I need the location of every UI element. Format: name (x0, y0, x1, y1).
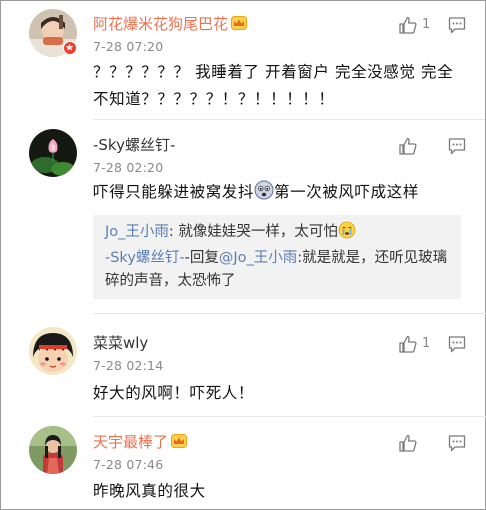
comment-bubble-icon[interactable] (447, 15, 467, 35)
comment-text: 好大的风啊！吓死人！ (93, 384, 255, 402)
comment-text-part: 第一次被风吓成这样 (274, 183, 419, 201)
comment-bubble-icon[interactable] (447, 136, 467, 156)
reply-text: 就像娃娃哭一样，太可怕 (178, 224, 338, 240)
comment-bubble-icon[interactable] (447, 433, 467, 453)
reply-thread: Jo_王小雨: 就像娃娃哭一样，太可怕 -Sky螺丝钉--回复@Jo_王小雨:就… (93, 215, 461, 299)
crown-icon (171, 434, 188, 448)
like-count: 1 (422, 17, 431, 32)
comment-username[interactable]: 阿花爆米花狗尾巴花 (93, 15, 248, 33)
comment-text: 吓得只能躲进被窝发抖 第一次被风吓成这样 (93, 179, 465, 209)
reply-username[interactable]: -Sky螺丝钉- (105, 250, 185, 266)
like-count: 1 (422, 336, 431, 351)
crying-face-emoji-icon (338, 221, 356, 247)
reply-label: -回复 (184, 250, 219, 266)
divider (93, 416, 486, 417)
thumbs-up-icon[interactable] (398, 433, 418, 453)
avatar[interactable] (29, 129, 77, 177)
comment-username[interactable]: -Sky螺丝钉- (93, 136, 175, 154)
comment-text: 昨晚风真的很大 (93, 482, 206, 500)
reply-item: Jo_王小雨: 就像娃娃哭一样，太可怕 (105, 221, 451, 247)
crown-icon (231, 16, 248, 30)
thumbs-up-icon[interactable] (398, 136, 418, 156)
comment-list: 阿花爆米花狗尾巴花 7-28 07:20 1 ？？？？？？ 我睡着了 开着窗户 … (0, 0, 486, 510)
comment-timestamp: 7-28 02:14 (93, 358, 164, 373)
divider (93, 119, 485, 120)
mention-link[interactable]: @Jo_王小雨 (219, 250, 297, 266)
comment-text: ？？？？？？ 我睡着了 开着窗户 完全没感觉 完全不知道？？？？？！？！！！！！ (93, 63, 454, 108)
comment-timestamp: 7-28 07:46 (93, 457, 164, 472)
avatar[interactable] (29, 327, 77, 375)
comment-text-part: 吓得只能躲进被窝发抖 (93, 183, 255, 201)
comment-username[interactable]: 天宇最棒了 (93, 433, 188, 451)
verified-badge-icon (63, 41, 77, 55)
thumbs-up-icon[interactable] (398, 15, 418, 35)
comment-username[interactable]: 菜菜wly (93, 334, 148, 352)
comment-timestamp: 7-28 02:20 (93, 160, 164, 175)
thumbs-up-icon[interactable] (398, 334, 418, 354)
reply-separator: : (168, 224, 179, 240)
reply-username[interactable]: Jo_王小雨 (105, 224, 169, 240)
comment-timestamp: 7-28 07:20 (93, 39, 164, 54)
scared-face-emoji-icon (254, 180, 274, 209)
avatar[interactable] (29, 426, 77, 474)
reply-item: -Sky螺丝钉--回复@Jo_王小雨:就是就是，还听见玻璃碎的声音，太恐怖了 (105, 247, 451, 293)
comment-username-text[interactable]: 阿花爆米花狗尾巴花 (93, 15, 228, 33)
comment-bubble-icon[interactable] (447, 334, 467, 354)
comment-username-text[interactable]: 天宇最棒了 (93, 433, 168, 451)
divider (93, 313, 486, 314)
